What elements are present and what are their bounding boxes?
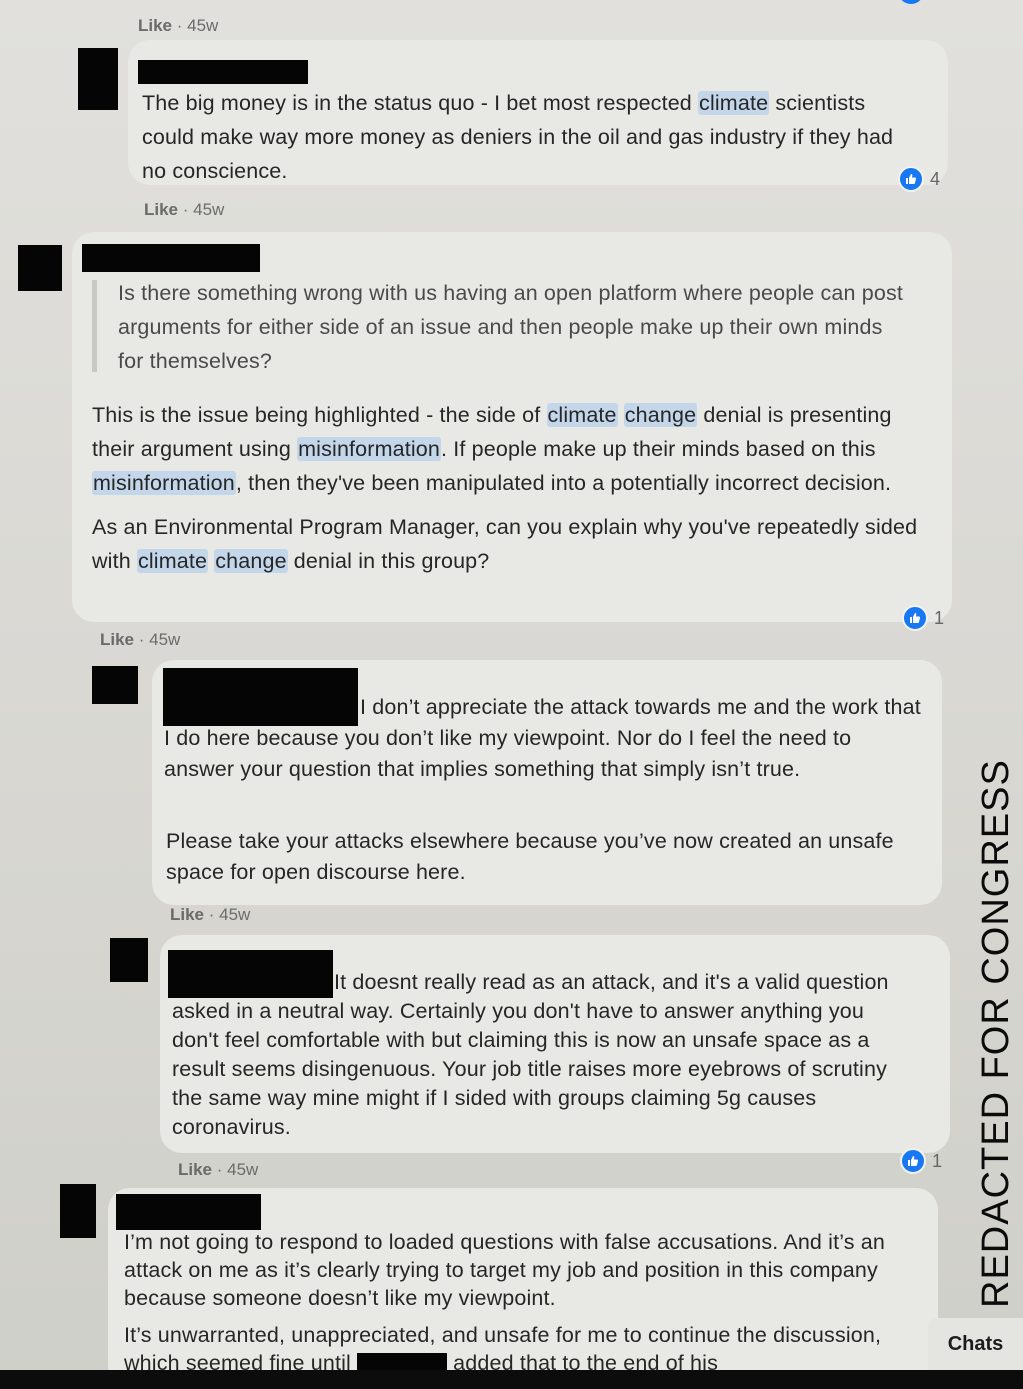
- author-name-redacted[interactable]: [116, 1194, 261, 1230]
- search-highlight: climate: [698, 91, 770, 115]
- quote-bar: [92, 280, 97, 372]
- avatar-redacted[interactable]: [110, 938, 148, 982]
- author-name-redacted[interactable]: [138, 60, 308, 84]
- quoted-text: Is there something wrong with us having …: [118, 281, 903, 373]
- comment-thread: Like · 45w The big money is in the statu…: [0, 0, 1023, 1389]
- like-link[interactable]: Like: [138, 16, 172, 35]
- comment-meta: Like · 45w: [170, 905, 251, 924]
- thumbs-up-icon: [900, 1148, 926, 1174]
- comment-text: I’m not going to respond to loaded quest…: [124, 1230, 885, 1376]
- like-link[interactable]: Like: [144, 200, 178, 219]
- reaction-count: 1: [934, 607, 945, 628]
- reaction-count: 1: [932, 1150, 943, 1171]
- comment-meta: Like · 45w: [144, 200, 225, 219]
- notification-dot: [898, 0, 924, 4]
- reaction-summary[interactable]: 1: [902, 605, 944, 631]
- like-link[interactable]: Like: [178, 1160, 212, 1179]
- comment-text: Please take your attacks elsewhere becau…: [166, 829, 894, 884]
- like-link[interactable]: Like: [100, 630, 134, 649]
- comment-meta: Like · 45w: [100, 630, 181, 649]
- comment-text: This is the issue being highlighted - th…: [92, 403, 918, 573]
- thumbs-up-icon: [898, 166, 924, 192]
- reaction-summary[interactable]: 4: [898, 166, 940, 192]
- avatar-redacted[interactable]: [18, 245, 62, 291]
- comment-meta: Like · 45w: [138, 16, 219, 35]
- reaction-summary[interactable]: 1: [900, 1148, 942, 1174]
- like-link[interactable]: Like: [170, 905, 204, 924]
- avatar-redacted[interactable]: [60, 1184, 96, 1238]
- search-highlight: climate: [136, 549, 209, 573]
- thumbs-up-icon: [902, 605, 928, 631]
- search-highlight: change: [623, 403, 698, 427]
- chats-button[interactable]: Chats: [928, 1318, 1023, 1370]
- comment-text: The big money is in the status quo - I b…: [142, 91, 894, 183]
- watermark-text: REDACTED FOR CONGRESS: [975, 759, 1017, 1308]
- search-highlight: climate: [546, 403, 618, 427]
- comment-text: I don’t appreciate the attack towards me…: [164, 695, 921, 781]
- search-highlight: misinformation: [297, 437, 442, 461]
- comment-text: It doesnt really read as an attack, and …: [172, 970, 889, 1139]
- search-highlight: misinformation: [92, 471, 236, 495]
- avatar-redacted[interactable]: [92, 666, 138, 704]
- reaction-count: 4: [930, 168, 941, 189]
- search-highlight: change: [214, 549, 288, 573]
- avatar-redacted[interactable]: [78, 48, 118, 110]
- screen-bezel: [0, 1370, 1023, 1389]
- comment-meta: Like · 45w: [178, 1160, 259, 1179]
- author-name-redacted[interactable]: [82, 244, 260, 272]
